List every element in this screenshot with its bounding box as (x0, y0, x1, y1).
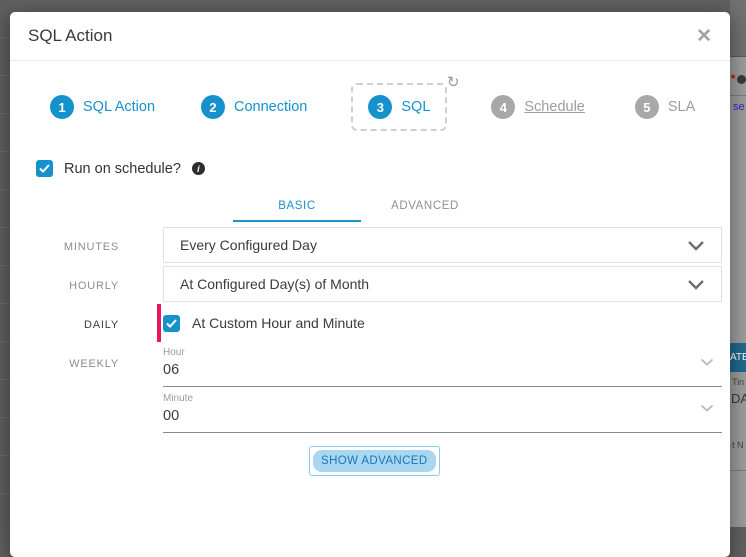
step-sla[interactable]: 5 SLA (635, 95, 695, 119)
modal-title: SQL Action (28, 26, 112, 46)
run-on-schedule-label: Run on schedule? (64, 161, 181, 177)
info-dot-icon (737, 75, 746, 84)
step-label: Connection (234, 99, 307, 115)
background-action-button-fragment: ATE (730, 343, 746, 372)
step-connection[interactable]: 2 Connection (201, 95, 307, 119)
minute-value: 00 (163, 408, 722, 424)
step-number-badge: 3 (368, 95, 392, 119)
current-step-outline: 3 SQL ↻ (351, 83, 447, 131)
custom-time-section: At Custom Hour and Minute Hour 06 Minute… (163, 304, 722, 476)
info-icon[interactable]: i (192, 162, 205, 175)
daily-settings-panel: Every Configured Day At Configured Day(s… (163, 227, 722, 476)
hour-select[interactable]: Hour 06 (163, 342, 722, 387)
minute-select[interactable]: Minute 00 (163, 388, 722, 433)
custom-time-row: At Custom Hour and Minute (163, 304, 722, 342)
background-page-header (730, 0, 746, 57)
step-label: Schedule (524, 99, 584, 115)
active-section-indicator (157, 304, 161, 342)
chevron-down-icon (687, 240, 705, 251)
day-pattern-label: Every Configured Day (180, 237, 317, 253)
month-pattern-dropdown[interactable]: At Configured Day(s) of Month (163, 266, 722, 302)
background-divider (730, 95, 746, 96)
close-icon[interactable]: ✕ (696, 27, 712, 46)
step-number-badge: 1 (50, 95, 74, 119)
refresh-icon[interactable]: ↻ (447, 75, 460, 90)
hour-value: 06 (163, 362, 722, 378)
run-on-schedule-checkbox[interactable] (36, 160, 53, 177)
modal-header: SQL Action ✕ (10, 12, 730, 61)
step-label: SQL Action (83, 99, 155, 115)
sidebar-item-weekly[interactable]: WEEKLY (10, 344, 163, 383)
sql-action-modal: SQL Action ✕ 1 SQL Action 2 Connection 3… (10, 12, 730, 557)
chevron-down-icon (687, 279, 705, 290)
custom-time-label: At Custom Hour and Minute (192, 315, 365, 331)
step-sql-action[interactable]: 1 SQL Action (50, 95, 155, 119)
step-number-badge: 4 (491, 95, 515, 119)
day-pattern-dropdown[interactable]: Every Configured Day (163, 227, 722, 263)
minute-label: Minute (163, 393, 722, 404)
background-link-fragment: se (733, 101, 745, 113)
checkmark-icon (39, 164, 50, 173)
step-sql[interactable]: 3 SQL (368, 95, 430, 119)
schedule-tabs: BASIC ADVANCED (233, 192, 730, 222)
show-advanced-row: SHOW ADVANCED (309, 446, 722, 476)
show-advanced-button[interactable]: SHOW ADVANCED (309, 446, 440, 476)
step-number-badge: 5 (635, 95, 659, 119)
background-divider (730, 470, 746, 471)
step-label: SQL (401, 99, 430, 115)
background-name-label-fragment: t N (732, 440, 744, 450)
step-number-badge: 2 (201, 95, 225, 119)
background-page-strip: * se ATE Tin DAY t N (730, 0, 746, 527)
run-on-schedule-row: Run on schedule? i (36, 160, 730, 177)
tab-advanced[interactable]: ADVANCED (361, 192, 489, 222)
custom-time-checkbox[interactable] (163, 315, 180, 332)
background-required-row: * (731, 74, 746, 84)
background-sidebar (0, 0, 10, 527)
chevron-down-icon (700, 358, 714, 366)
hour-label: Hour (163, 347, 722, 358)
wizard-stepper: 1 SQL Action 2 Connection 3 SQL ↻ 4 Sche… (50, 79, 730, 135)
background-day-value-fragment: DAY (731, 391, 746, 406)
sidebar-item-minutes[interactable]: MINUTES (10, 227, 163, 266)
show-advanced-label: SHOW ADVANCED (313, 450, 436, 472)
step-schedule[interactable]: 4 Schedule (491, 95, 584, 119)
tab-basic[interactable]: BASIC (233, 192, 361, 222)
chevron-down-icon (700, 404, 714, 412)
sidebar-item-hourly[interactable]: HOURLY (10, 266, 163, 305)
checkmark-icon (166, 319, 177, 328)
frequency-sidebar: MINUTES HOURLY DAILY WEEKLY (10, 227, 163, 476)
step-label: SLA (668, 99, 695, 115)
required-asterisk: * (731, 74, 735, 84)
sidebar-item-daily[interactable]: DAILY (10, 305, 163, 344)
month-pattern-label: At Configured Day(s) of Month (180, 276, 369, 292)
schedule-content: MINUTES HOURLY DAILY WEEKLY Every Config… (10, 227, 730, 476)
background-time-label-fragment: Tin (732, 377, 744, 387)
